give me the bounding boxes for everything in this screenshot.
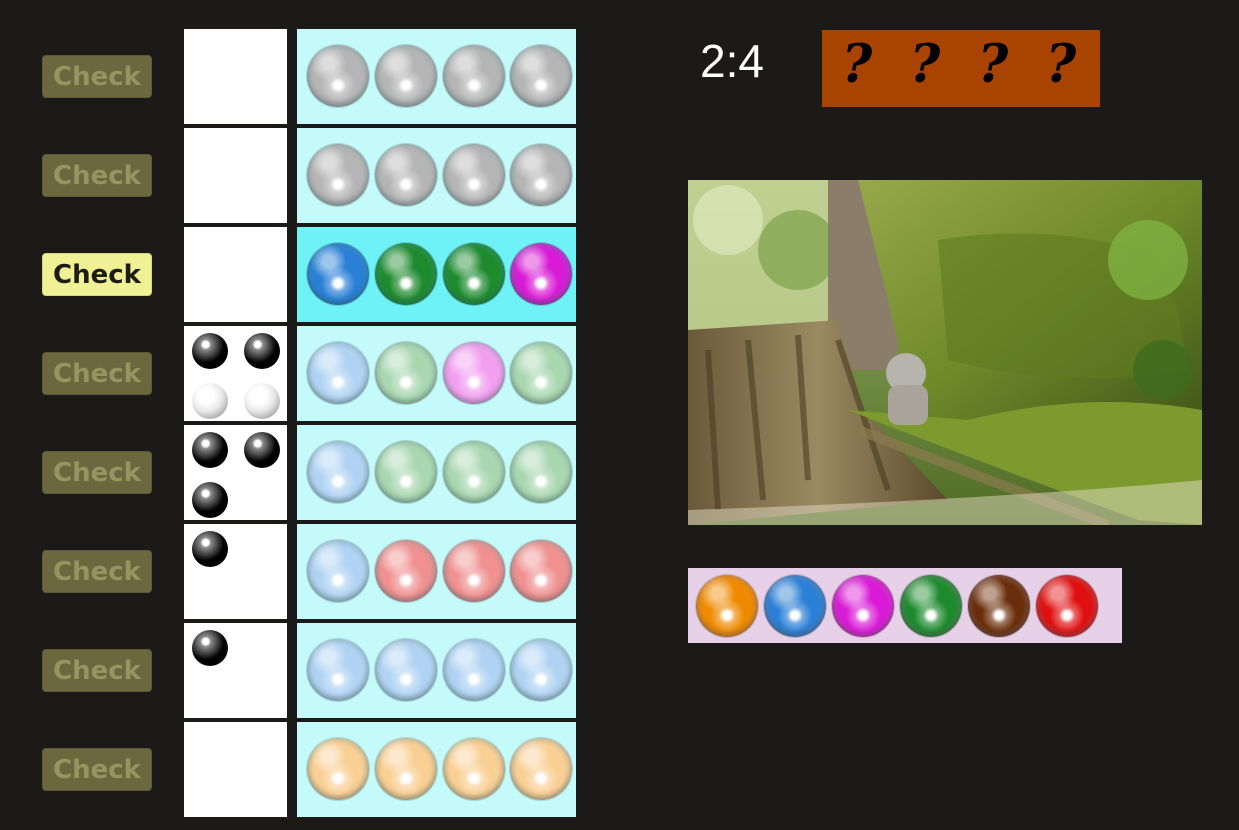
guess-ball-lightred <box>375 540 437 602</box>
black-feedback-peg <box>192 482 228 518</box>
feedback-peg-box <box>184 326 287 421</box>
guess-row <box>297 425 576 520</box>
guess-ball-lightgreen <box>510 342 572 404</box>
guess-ball-gray <box>375 45 437 107</box>
check-button[interactable]: Check <box>42 550 152 593</box>
secret-code: ? ? ? ? <box>822 30 1100 107</box>
guess-ball-lightgreen <box>443 441 505 503</box>
feedback-peg-box <box>184 227 287 322</box>
guess-ball-gray <box>510 144 572 206</box>
guess-ball-lightgreen <box>375 342 437 404</box>
guess-row <box>297 227 576 322</box>
check-button[interactable]: Check <box>42 649 152 692</box>
palette-ball-blue[interactable] <box>764 575 826 637</box>
guess-ball-lightblue <box>307 342 369 404</box>
guess-ball-lightorange <box>443 738 505 800</box>
secret-mark: ? <box>841 34 873 95</box>
black-feedback-peg <box>192 630 228 666</box>
guess-ball-lightblue <box>510 639 572 701</box>
guess-ball-lightorange <box>375 738 437 800</box>
secret-mark: ? <box>977 34 1009 95</box>
white-feedback-peg <box>192 383 228 419</box>
guess-row <box>297 29 576 124</box>
check-button[interactable]: Check <box>42 451 152 494</box>
guess-ball-lightblue <box>307 540 369 602</box>
guess-row <box>297 326 576 421</box>
color-palette <box>688 568 1122 643</box>
check-button[interactable]: Check <box>42 748 152 791</box>
palette-ball-red[interactable] <box>1036 575 1098 637</box>
feedback-peg-box <box>184 29 287 124</box>
feedback-peg-box <box>184 524 287 619</box>
check-button[interactable]: Check <box>42 253 152 296</box>
guess-ball-lightred <box>510 540 572 602</box>
guess-ball-gray <box>443 45 505 107</box>
guess-ball-green[interactable] <box>443 243 505 305</box>
guess-ball-lightorange <box>307 738 369 800</box>
game-board: Check Check Check Check Check Check Check Check <box>0 0 600 830</box>
feedback-peg-box <box>184 722 287 817</box>
guess-ball-gray <box>307 144 369 206</box>
garden-photo-image <box>688 180 1202 525</box>
guess-row <box>297 623 576 718</box>
guess-ball-lightred <box>443 540 505 602</box>
black-feedback-peg <box>192 531 228 567</box>
black-feedback-peg <box>192 432 228 468</box>
guess-row <box>297 722 576 817</box>
guess-row <box>297 128 576 223</box>
guess-ball-gray <box>307 45 369 107</box>
guess-ball-blue[interactable] <box>307 243 369 305</box>
black-feedback-peg <box>244 432 280 468</box>
guess-ball-lightblue <box>443 639 505 701</box>
check-button[interactable]: Check <box>42 55 152 98</box>
white-feedback-peg <box>244 383 280 419</box>
guess-ball-gray <box>375 144 437 206</box>
feedback-peg-box <box>184 623 287 718</box>
feedback-peg-box <box>184 425 287 520</box>
check-button[interactable]: Check <box>42 352 152 395</box>
guess-ball-lightblue <box>307 639 369 701</box>
guess-ball-lightorange <box>510 738 572 800</box>
feedback-peg-box <box>184 128 287 223</box>
palette-ball-brown[interactable] <box>968 575 1030 637</box>
guess-ball-magenta[interactable] <box>510 243 572 305</box>
guess-ball-lightgreen <box>375 441 437 503</box>
palette-ball-magenta[interactable] <box>832 575 894 637</box>
secret-mark: ? <box>909 34 941 95</box>
guess-ball-lightpink <box>443 342 505 404</box>
guess-ball-lightblue <box>375 639 437 701</box>
secret-mark: ? <box>1045 34 1077 95</box>
garden-photo <box>688 180 1202 525</box>
black-feedback-peg <box>192 333 228 369</box>
palette-ball-orange[interactable] <box>696 575 758 637</box>
black-feedback-peg <box>244 333 280 369</box>
guess-ball-lightblue <box>307 441 369 503</box>
guess-ball-gray <box>510 45 572 107</box>
score-text: 2:4 <box>700 35 764 87</box>
guess-row <box>297 524 576 619</box>
guess-ball-lightgreen <box>510 441 572 503</box>
guess-ball-green[interactable] <box>375 243 437 305</box>
guess-ball-gray <box>443 144 505 206</box>
check-button[interactable]: Check <box>42 154 152 197</box>
palette-ball-green[interactable] <box>900 575 962 637</box>
